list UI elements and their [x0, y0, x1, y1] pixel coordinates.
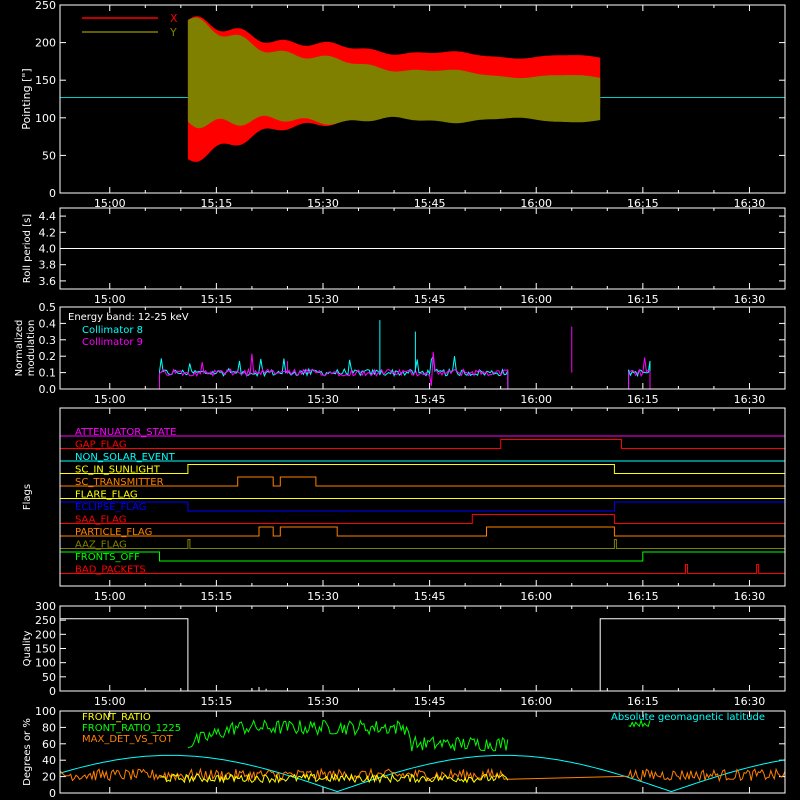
mod-xtick-label-5: 16:15 — [627, 393, 659, 406]
flag-label-4: SC_TRANSMITTER — [75, 477, 164, 488]
mod-ytick-label-4: 0.4 — [39, 317, 57, 330]
roll-xtick-label-6: 16:30 — [734, 293, 766, 306]
mod-xtick-label-4: 16:00 — [520, 393, 552, 406]
roll-ytick-label-1: 3.8 — [39, 259, 57, 272]
quality-xtick-label-5: 16:15 — [627, 695, 659, 708]
flags-ylabel: Flags — [22, 484, 33, 510]
quality-ytick-label-2: 100 — [35, 657, 56, 670]
pointing-legend-label-0: X — [170, 12, 178, 25]
mod-ylabel-line2: modulation — [26, 320, 37, 377]
flag-label-10: FRONTS_OFF — [75, 552, 140, 563]
flag-label-8: PARTICLE_FLAG — [75, 527, 152, 538]
flags-xtick-label-6: 16:30 — [734, 590, 766, 603]
mod-ytick-label-1: 0.1 — [39, 367, 57, 380]
ratios-annotation: Absolute geomagnetic latitude — [611, 712, 765, 723]
quality-ylabel: Quality — [22, 631, 33, 667]
flags-xtick-label-0: 15:00 — [94, 590, 126, 603]
ratios-ytick-label-1: 20 — [42, 771, 56, 784]
quality-xtick-label-2: 15:30 — [307, 695, 339, 708]
ratios-legend-label-0: FRONT_RATIO — [82, 712, 151, 723]
flag-label-7: SAA_FLAG — [75, 515, 126, 526]
roll-xtick-label-1: 15:15 — [201, 293, 233, 306]
ratios-ytick-label-2: 40 — [42, 754, 56, 767]
roll-ytick-label-3: 4.2 — [39, 226, 57, 239]
flag-label-3: SC_IN_SUNLIGHT — [75, 465, 161, 476]
ratios-ytick-label-4: 80 — [42, 721, 56, 734]
flags-xtick-label-1: 15:15 — [201, 590, 233, 603]
ratios-ytick-label-0: 0 — [49, 787, 56, 800]
ratios-ytick-label-3: 60 — [42, 738, 56, 751]
roll-xtick-label-5: 16:15 — [627, 293, 659, 306]
ratios-legend-label-1: FRONT_RATIO_1225 — [82, 723, 181, 734]
mod-xtick-label-1: 15:15 — [201, 393, 233, 406]
mod-ytick-label-5: 0.5 — [39, 301, 57, 314]
pointing-ytick-label-3: 150 — [35, 74, 56, 87]
quality-xtick-label-6: 16:30 — [734, 695, 766, 708]
quality-ytick-label-0: 0 — [49, 685, 56, 698]
quality-ytick-label-3: 150 — [35, 643, 56, 656]
flag-label-11: BAD_PACKETS — [75, 565, 146, 576]
mod-ytick-label-3: 0.3 — [39, 334, 57, 347]
flag-label-9: AAZ_FLAG — [75, 540, 127, 551]
roll-xtick-label-3: 15:45 — [414, 293, 446, 306]
quality-xtick-label-3: 15:45 — [414, 695, 446, 708]
mod-ytick-label-0: 0.0 — [39, 383, 57, 396]
ratios-ylabel: Degrees or % — [22, 718, 33, 786]
ratios-legend-label-2: MAX_DET_VS_TOT — [82, 734, 174, 745]
flag-label-1: GAP_FLAG — [75, 440, 127, 451]
flags-xtick-label-3: 15:45 — [414, 590, 446, 603]
quality-ytick-label-4: 200 — [35, 628, 56, 641]
roll-xtick-label-0: 15:00 — [94, 293, 126, 306]
flag-label-2: NON_SOLAR_EVENT — [75, 452, 176, 463]
mod-legend-label-0: Collimator 8 — [82, 325, 143, 336]
roll-xtick-label-4: 16:00 — [520, 293, 552, 306]
flags-xtick-label-5: 16:15 — [627, 590, 659, 603]
roll-ytick-label-2: 4.0 — [39, 243, 57, 256]
mod-legend-title: Energy band: 12-25 keV — [68, 312, 189, 323]
quality-ytick-label-1: 50 — [42, 671, 56, 684]
pointing-legend-label-1: Y — [169, 26, 177, 39]
pointing-ytick-label-2: 100 — [35, 112, 56, 125]
mod-xtick-label-2: 15:30 — [307, 393, 339, 406]
quality-xtick-label-1: 15:15 — [201, 695, 233, 708]
mod-ytick-label-2: 0.2 — [39, 350, 57, 363]
pointing-ytick-label-1: 50 — [42, 149, 56, 162]
quality-xtick-label-0: 15:00 — [94, 695, 126, 708]
mod-ylabel-line1: Normalized — [14, 320, 25, 377]
roll-ylabel: Roll period [s] — [22, 214, 33, 283]
roll-xtick-label-2: 15:30 — [307, 293, 339, 306]
flag-label-5: FLARE_FLAG — [75, 490, 138, 501]
mod-legend-label-1: Collimator 9 — [82, 337, 143, 348]
quality-xtick-label-4: 16:00 — [520, 695, 552, 708]
pointing-ytick-label-5: 250 — [35, 0, 56, 12]
pointing-ytick-label-4: 200 — [35, 37, 56, 50]
mod-xtick-label-6: 16:30 — [734, 393, 766, 406]
roll-ytick-label-0: 3.6 — [39, 275, 57, 288]
pointing-ytick-label-0: 0 — [49, 187, 56, 200]
flags-xtick-label-2: 15:30 — [307, 590, 339, 603]
flags-xtick-label-4: 16:00 — [520, 590, 552, 603]
ratios-ytick-label-5: 100 — [35, 705, 56, 718]
mod-xtick-label-3: 15:45 — [414, 393, 446, 406]
rhessi-summary-figure: 050100150200250XY15:00 15:15 15:30 15:45 16:… — [0, 0, 800, 800]
quality-ytick-label-6: 300 — [35, 600, 56, 613]
quality-ytick-label-5: 250 — [35, 614, 56, 627]
pointing-ylabel: Pointing ["] — [20, 68, 33, 129]
mod-xtick-label-0: 15:00 — [94, 393, 126, 406]
flag-label-0: ATTENUATOR_STATE — [75, 427, 176, 438]
roll-ytick-label-4: 4.4 — [39, 210, 57, 223]
flag-label-6: ECLIPSE_FLAG — [75, 502, 146, 513]
